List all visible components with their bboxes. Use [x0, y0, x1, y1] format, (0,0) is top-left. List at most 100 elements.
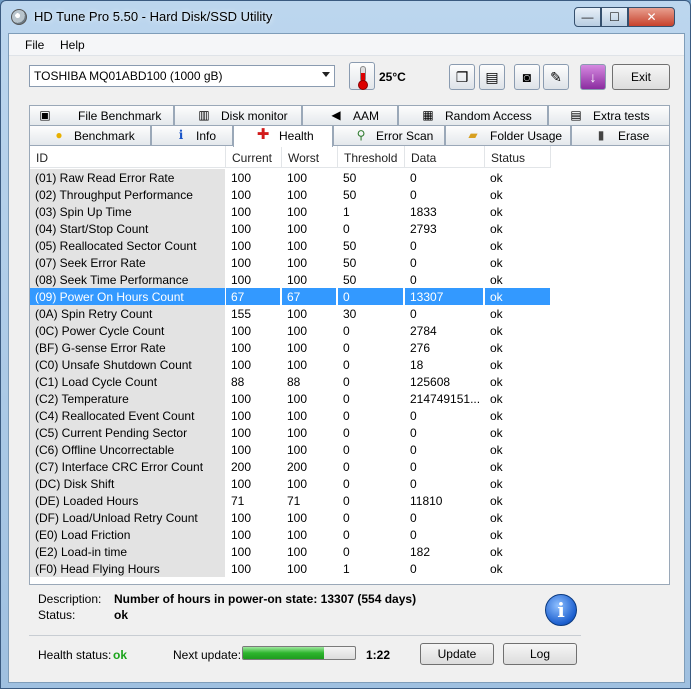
table-row[interactable]: (E0) Load Friction 100 100 0 0 ok	[30, 526, 670, 543]
drive-select[interactable]: TOSHIBA MQ01ABD100 (1000 gB)	[29, 65, 335, 87]
tab-label: Error Scan	[376, 129, 434, 143]
cell-data: 0	[410, 171, 417, 185]
column-header-id[interactable]: ID	[30, 146, 226, 168]
tab-aam[interactable]: ◀ AAM	[302, 105, 398, 125]
cell-current: 100	[231, 545, 252, 559]
table-row[interactable]: (C4) Reallocated Event Count 100 100 0 0 ok	[30, 407, 670, 424]
tab-error-scan[interactable]: ⚲ Error Scan	[333, 125, 445, 145]
menu-file[interactable]: File	[25, 38, 44, 52]
update-button[interactable]: Update	[420, 643, 494, 665]
tab-benchmark[interactable]: ● Benchmark	[29, 125, 151, 145]
column-header-data[interactable]: Data	[405, 146, 485, 168]
tab-extra-tests[interactable]: ▤ Extra tests	[548, 105, 670, 125]
cell-status: ok	[490, 273, 503, 287]
info-icon: i	[545, 594, 577, 626]
table-row[interactable]: (E2) Load-in time 100 100 0 182 ok	[30, 543, 670, 560]
close-button[interactable]: ✕	[628, 7, 675, 27]
cell-current: 100	[231, 511, 252, 525]
column-header-threshold[interactable]: Threshold	[338, 146, 405, 168]
cell-id: (C4) Reallocated Event Count	[30, 407, 225, 424]
tab-health[interactable]: ✚ Health	[233, 125, 333, 147]
screenshot-button[interactable]: ◙	[514, 64, 540, 90]
divider	[29, 635, 581, 636]
table-row[interactable]: (C0) Unsafe Shutdown Count 100 100 0 18 ok	[30, 356, 670, 373]
cell-threshold: 0	[343, 409, 350, 423]
menu-bar: File Help	[9, 34, 684, 56]
table-row[interactable]: (C1) Load Cycle Count 88 88 0 125608 ok	[30, 373, 670, 390]
temperature-button[interactable]	[349, 62, 375, 90]
tab-label: Info	[196, 129, 217, 143]
cell-id: (07) Seek Error Rate	[30, 254, 225, 271]
cell-data: 2793	[410, 222, 437, 236]
tab-info[interactable]: i Info	[151, 125, 233, 145]
table-row[interactable]: (0A) Spin Retry Count 155 100 30 0 ok	[30, 305, 670, 322]
cell-current: 100	[231, 409, 252, 423]
table-row[interactable]: (C7) Interface CRC Error Count 200 200 0 0 ok	[30, 458, 670, 475]
cell-worst: 100	[287, 324, 308, 338]
cell-current: 100	[231, 324, 252, 338]
table-row[interactable]: (BF) G-sense Error Rate 100 100 0 276 ok	[30, 339, 670, 356]
cell-status: ok	[490, 460, 503, 474]
cell-threshold: 0	[343, 324, 350, 338]
cell-id: (C5) Current Pending Sector	[30, 424, 225, 441]
copy-button[interactable]: ❐	[449, 64, 475, 90]
cell-worst: 100	[287, 273, 308, 287]
download-button[interactable]: ↓	[580, 64, 606, 90]
cell-threshold: 0	[343, 443, 350, 457]
hdtune-app-icon	[11, 9, 27, 25]
cell-id: (09) Power On Hours Count	[30, 288, 225, 305]
tab-disk-monitor[interactable]: ▥ Disk monitor	[174, 105, 302, 125]
drive-select-value: TOSHIBA MQ01ABD100 (1000 gB)	[34, 69, 223, 83]
cell-data: 0	[410, 477, 417, 491]
cell-status: ok	[490, 511, 503, 525]
table-row[interactable]: (07) Seek Error Rate 100 100 50 0 ok	[30, 254, 670, 271]
cell-data: 0	[410, 562, 417, 576]
cell-current: 100	[231, 443, 252, 457]
cell-threshold: 0	[343, 477, 350, 491]
column-header-status[interactable]: Status	[485, 146, 551, 168]
tab-file-benchmark[interactable]: ▣ File Benchmark	[29, 105, 174, 125]
column-header-current[interactable]: Current	[226, 146, 282, 168]
cell-status: ok	[490, 545, 503, 559]
table-row[interactable]: (09) Power On Hours Count 67 67 0 13307 ok	[30, 288, 670, 305]
table-row[interactable]: (C5) Current Pending Sector 100 100 0 0 ok	[30, 424, 670, 441]
log-button[interactable]: Log	[503, 643, 577, 665]
table-row[interactable]: (DF) Load/Unload Retry Count 100 100 0 0 ok	[30, 509, 670, 526]
table-row[interactable]: (04) Start/Stop Count 100 100 0 2793 ok	[30, 220, 670, 237]
save-button[interactable]: ▤	[479, 64, 505, 90]
table-row[interactable]: (08) Seek Time Performance 100 100 50 0 ok	[30, 271, 670, 288]
tab-random-access[interactable]: ▦ Random Access	[398, 105, 548, 125]
chevron-down-icon	[322, 72, 330, 77]
table-row[interactable]: (02) Throughput Performance 100 100 50 0 ok	[30, 186, 670, 203]
tab-folder-usage[interactable]: ▰ Folder Usage	[445, 125, 571, 145]
table-row[interactable]: (05) Reallocated Sector Count 100 100 50 0 ok	[30, 237, 670, 254]
cell-worst: 100	[287, 528, 308, 542]
table-row[interactable]: (C2) Temperature 100 100 0 214749151... ok	[30, 390, 670, 407]
camera-icon: ◙	[522, 69, 532, 85]
cell-id: (C2) Temperature	[30, 390, 225, 407]
table-row[interactable]: (DC) Disk Shift 100 100 0 0 ok	[30, 475, 670, 492]
health-cross-icon: ✚	[256, 126, 270, 143]
column-header-worst[interactable]: Worst	[282, 146, 338, 168]
table-row[interactable]: (01) Raw Read Error Rate 100 100 50 0 ok	[30, 169, 670, 186]
health-status-value: ok	[113, 648, 128, 662]
exit-button[interactable]: Exit	[612, 64, 670, 90]
cell-data: 0	[410, 511, 417, 525]
cell-threshold: 0	[343, 494, 350, 508]
table-row[interactable]: (03) Spin Up Time 100 100 1 1833 ok	[30, 203, 670, 220]
options-button[interactable]: ✎	[543, 64, 569, 90]
cell-worst: 100	[287, 222, 308, 236]
maximize-button[interactable]: ☐	[601, 7, 628, 27]
title-bar[interactable]: HD Tune Pro 5.50 - Hard Disk/SSD Utility…	[1, 1, 690, 33]
trash-icon: ▮	[597, 128, 605, 142]
table-row[interactable]: (F0) Head Flying Hours 100 100 1 0 ok	[30, 560, 670, 577]
table-row[interactable]: (DE) Loaded Hours 71 71 0 11810 ok	[30, 492, 670, 509]
table-row[interactable]: (0C) Power Cycle Count 100 100 0 2784 ok	[30, 322, 670, 339]
cell-worst: 88	[287, 375, 301, 389]
menu-help[interactable]: Help	[60, 38, 85, 52]
minimize-button[interactable]: —	[574, 7, 601, 27]
tab-erase[interactable]: ▮ Erase	[571, 125, 670, 145]
table-row[interactable]: (C6) Offline Uncorrectable 100 100 0 0 ok	[30, 441, 670, 458]
cell-threshold: 30	[343, 307, 357, 321]
cell-status: ok	[490, 239, 503, 253]
